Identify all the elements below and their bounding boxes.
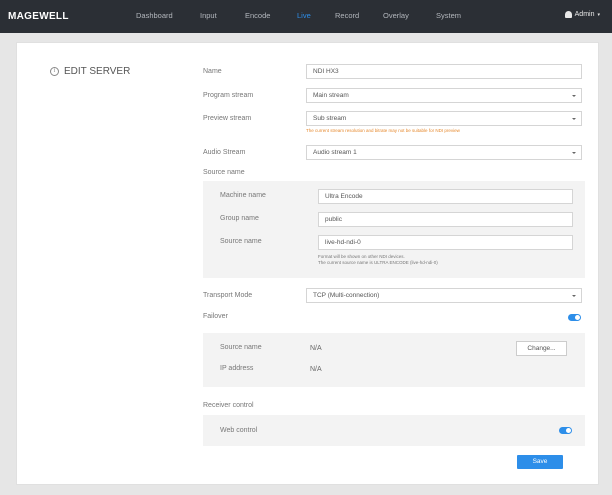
source-name-group: Machine name Ultra Encode Group name pub… <box>203 181 585 278</box>
source-hint-line-2: The current source name is ULTRA ENCODE … <box>318 260 438 265</box>
transport-mode-label: Transport Mode <box>203 292 253 299</box>
nav-dashboard[interactable]: Dashboard <box>136 11 173 20</box>
audio-stream-select[interactable]: Audio stream 1 <box>306 145 582 160</box>
machine-name-label: Machine name <box>220 192 266 199</box>
save-button[interactable]: Save <box>517 455 563 469</box>
nav-system[interactable]: System <box>436 11 461 20</box>
top-navigation-bar: MAGEWELL Dashboard Input Encode Live Rec… <box>0 0 612 33</box>
preview-warning-text: The current stream resolution and bitrat… <box>306 128 460 133</box>
group-name-label: Group name <box>220 215 259 222</box>
nav-live[interactable]: Live <box>297 11 311 20</box>
transport-mode-select[interactable]: TCP (Multi-connection) <box>306 288 582 303</box>
nav-input[interactable]: Input <box>200 11 217 20</box>
source-name-label: Source name <box>220 238 262 245</box>
failover-toggle[interactable] <box>568 314 581 321</box>
source-name-section-label: Source name <box>203 169 245 176</box>
web-control-label: Web control <box>220 427 258 434</box>
user-icon <box>564 11 572 18</box>
source-name-field[interactable]: live-hd-ndi-0 <box>318 235 573 250</box>
user-name: Admin <box>574 11 595 18</box>
page-title-text: EDIT SERVER <box>64 66 131 77</box>
nav-overlay[interactable]: Overlay <box>383 11 409 20</box>
ip-address-value: N/A <box>310 366 322 373</box>
receiver-control-group: Web control <box>203 415 585 446</box>
failover-source-name-value: N/A <box>310 345 322 352</box>
edit-server-panel: i EDIT SERVER Name NDI HX3 Program strea… <box>16 42 599 485</box>
machine-name-field[interactable]: Ultra Encode <box>318 189 573 204</box>
group-name-field[interactable]: public <box>318 212 573 227</box>
failover-source-name-label: Source name <box>220 344 262 351</box>
nav-record[interactable]: Record <box>335 11 359 20</box>
failover-group: Source name N/A Change... IP address N/A <box>203 333 585 387</box>
page-title: i EDIT SERVER <box>50 66 130 77</box>
failover-label: Failover <box>203 313 228 320</box>
magewell-logo[interactable]: MAGEWELL <box>8 11 69 22</box>
audio-stream-label: Audio Stream <box>203 149 246 156</box>
program-stream-label: Program stream <box>203 92 254 99</box>
web-control-toggle[interactable] <box>559 427 572 434</box>
name-field[interactable]: NDI HX3 <box>306 64 582 79</box>
name-label: Name <box>203 68 222 75</box>
chevron-down-icon: ▾ <box>597 11 600 18</box>
preview-stream-label: Preview stream <box>203 115 252 122</box>
nav-encode[interactable]: Encode <box>245 11 270 20</box>
program-stream-select[interactable]: Main stream <box>306 88 582 103</box>
preview-stream-select[interactable]: Sub stream <box>306 111 582 126</box>
info-icon: i <box>50 67 59 76</box>
change-button[interactable]: Change... <box>516 341 567 356</box>
ip-address-label: IP address <box>220 365 254 372</box>
receiver-control-section-label: Receiver control <box>203 402 254 409</box>
user-menu[interactable]: Admin ▾ <box>564 11 600 18</box>
source-name-hint: Format will be shown on other NDI device… <box>318 254 438 266</box>
